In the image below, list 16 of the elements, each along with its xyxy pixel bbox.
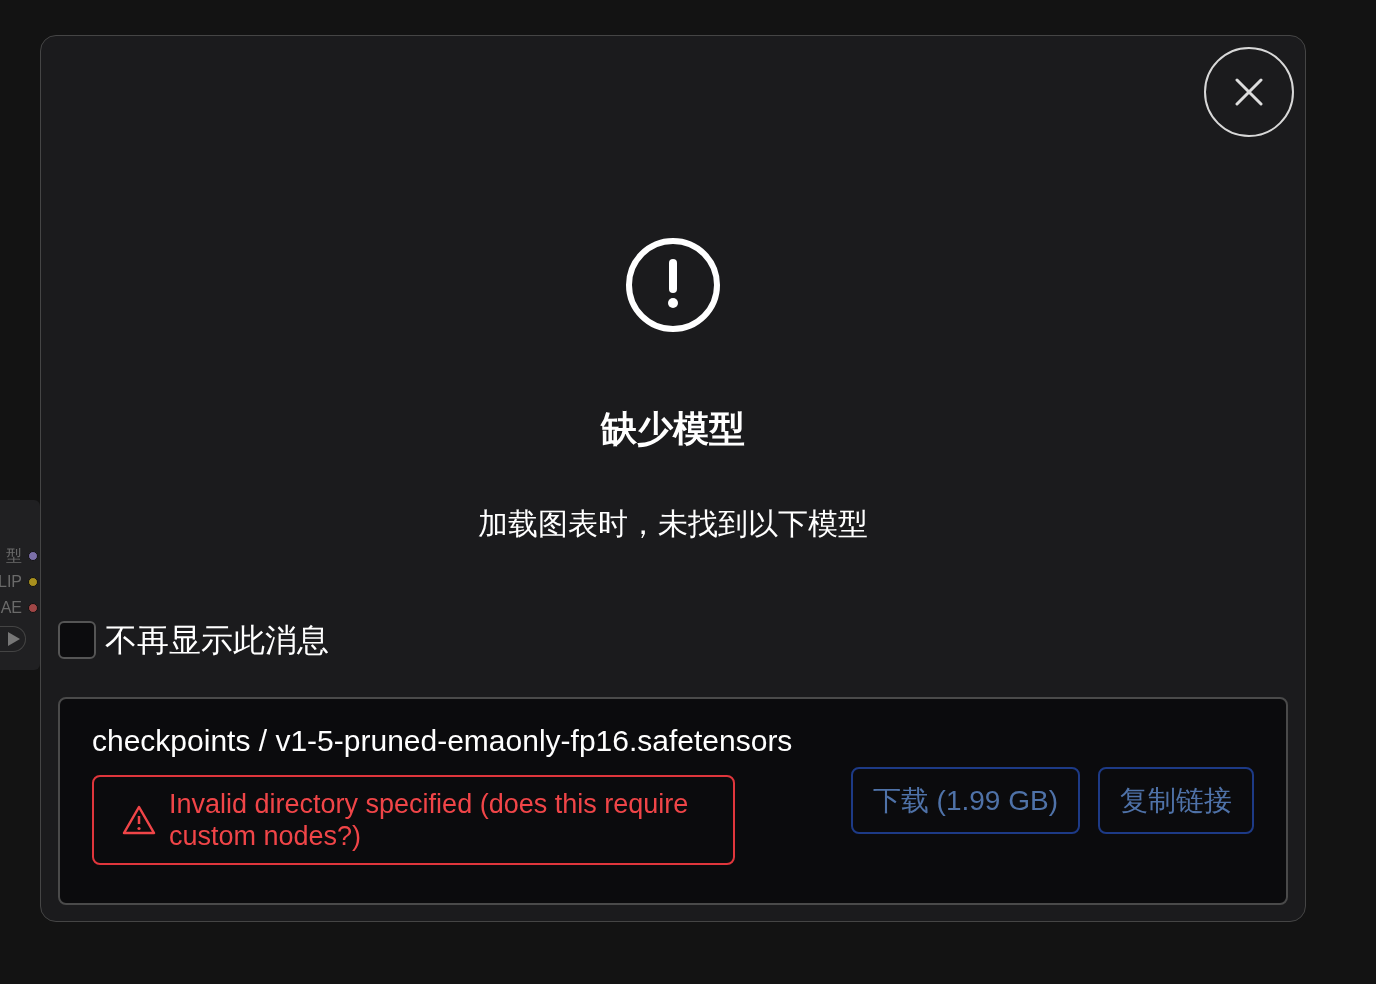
output-label: 型 [6, 545, 22, 566]
dialog-message: 加载图表时，未找到以下模型 [478, 506, 868, 542]
checkbox-label: 不再显示此消息 [105, 621, 329, 660]
download-button[interactable]: 下载 (1.99 GB) [850, 767, 1080, 834]
copy-link-button[interactable]: 复制链接 [1098, 767, 1254, 834]
close-icon [1235, 78, 1263, 106]
output-label: AE [0, 599, 22, 617]
play-icon [8, 632, 20, 646]
output-label: LIP [0, 573, 22, 591]
error-message: Invalid directory specified (does this require custom nodes?) [169, 788, 689, 852]
exclamation-icon [625, 237, 721, 333]
close-button[interactable] [1204, 47, 1294, 137]
model-path: checkpoints / v1-5-pruned-emaonly-fp16.safetensors [92, 723, 794, 759]
dialog-title: 缺少模型 [601, 409, 745, 449]
warning-icon [122, 805, 156, 835]
checkbox[interactable] [58, 621, 96, 659]
